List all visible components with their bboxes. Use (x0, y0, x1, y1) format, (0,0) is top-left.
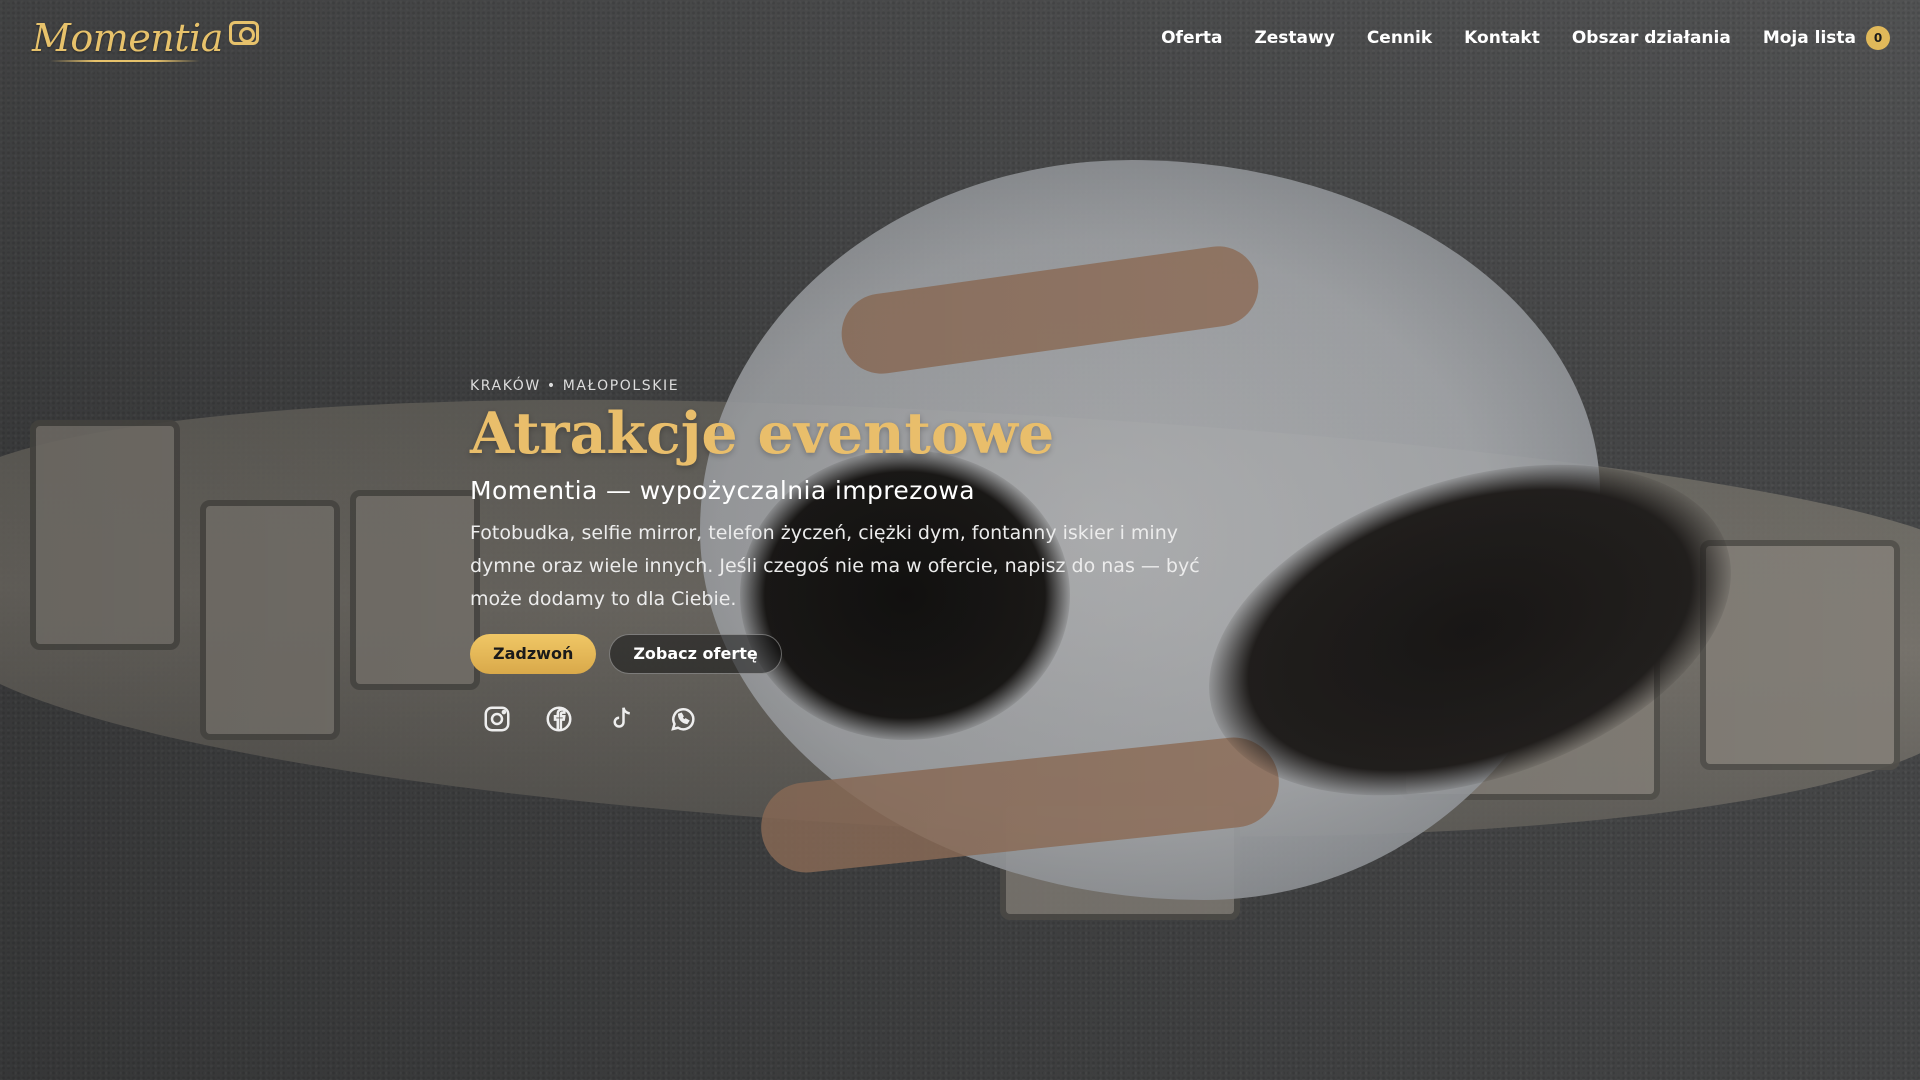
nav-link-zestawy[interactable]: Zestawy (1254, 28, 1334, 48)
location-eyebrow: KRAKÓW • MAŁOPOLSKIE (470, 378, 680, 394)
my-list-link[interactable]: Moja lista 0 (1763, 26, 1890, 50)
call-button[interactable]: Zadzwoń (470, 633, 597, 674)
hero-actions: Zadzwoń Zobacz ofertę (470, 633, 1250, 674)
camera-icon (228, 21, 259, 45)
tiktok-icon[interactable] (606, 704, 636, 734)
hero-title: Atrakcje eventowe (470, 400, 1055, 467)
nav-link-cennik[interactable]: Cennik (1367, 28, 1432, 48)
hero-description: Fotobudka, selfie mirror, telefon życzeń… (470, 521, 1200, 610)
nav-link-obszar-dzialania[interactable]: Obszar działania (1572, 28, 1731, 48)
list-count-badge: 0 (1866, 26, 1890, 50)
nav-link-oferta[interactable]: Oferta (1161, 28, 1222, 48)
logo-underline (50, 60, 200, 62)
view-offer-button[interactable]: Zobacz ofertę (609, 633, 782, 674)
hero-subtitle: Momentia — wypożyczalnia imprezowa (470, 475, 975, 505)
site-header: Momentia Oferta Zestawy Cennik Kontakt O… (0, 0, 1920, 76)
instagram-icon[interactable] (482, 704, 512, 734)
logo-text: Momentia (32, 16, 223, 60)
social-links (470, 704, 1250, 734)
hero-content: KRAKÓW • MAŁOPOLSKIE Atrakcje eventowe M… (470, 378, 1250, 734)
whatsapp-icon[interactable] (668, 704, 698, 734)
nav-link-kontakt[interactable]: Kontakt (1464, 28, 1540, 48)
facebook-icon[interactable] (544, 704, 574, 734)
my-list-label: Moja lista (1762, 28, 1856, 48)
logo[interactable]: Momentia (32, 16, 259, 62)
main-nav: Oferta Zestawy Cennik Kontakt Obszar dzi… (1161, 26, 1890, 50)
